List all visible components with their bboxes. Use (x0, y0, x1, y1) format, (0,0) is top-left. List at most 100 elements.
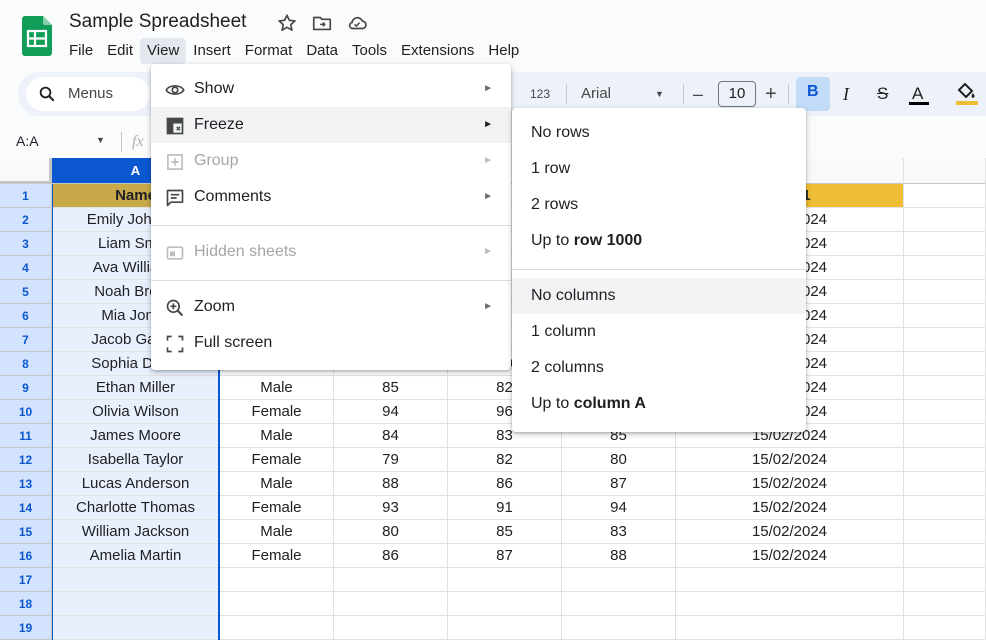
cell[interactable]: 94 (562, 496, 676, 520)
cell[interactable]: Isabella Taylor (52, 448, 220, 472)
cell[interactable]: William Jackson (52, 520, 220, 544)
cell[interactable] (676, 592, 904, 616)
cell[interactable] (904, 592, 986, 616)
cell[interactable]: Charlotte Thomas (52, 496, 220, 520)
cell[interactable] (52, 592, 220, 616)
row-header-17[interactable]: 17 (0, 568, 52, 592)
cell[interactable]: Female (220, 448, 334, 472)
cell[interactable] (220, 592, 334, 616)
cell[interactable] (220, 568, 334, 592)
cell[interactable]: Male (220, 424, 334, 448)
cell[interactable]: 94 (334, 400, 448, 424)
view-menu-freeze[interactable]: Freeze ► (151, 107, 511, 143)
cell[interactable] (904, 376, 986, 400)
freeze-2-rows[interactable]: 2 rows (512, 187, 806, 223)
cell[interactable] (334, 616, 448, 640)
menu-edit[interactable]: Edit (100, 38, 140, 64)
cell[interactable] (334, 568, 448, 592)
cell[interactable] (904, 328, 986, 352)
move-folder-icon[interactable] (311, 12, 333, 34)
row-header-7[interactable]: 7 (0, 328, 52, 352)
increase-font-size-button[interactable]: + (765, 81, 777, 107)
name-box[interactable]: A:A ▼ (0, 126, 118, 156)
cell[interactable]: James Moore (52, 424, 220, 448)
cell[interactable]: 85 (334, 376, 448, 400)
freeze-2-columns[interactable]: 2 columns (512, 350, 806, 386)
cell[interactable] (904, 424, 986, 448)
cell[interactable] (448, 568, 562, 592)
cell[interactable]: 80 (334, 520, 448, 544)
row-header-18[interactable]: 18 (0, 592, 52, 616)
bold-button[interactable]: B (796, 77, 830, 111)
cell[interactable] (676, 568, 904, 592)
cell[interactable] (904, 304, 986, 328)
cell[interactable] (562, 592, 676, 616)
row-header-8[interactable]: 8 (0, 352, 52, 376)
cell[interactable] (904, 448, 986, 472)
cell[interactable]: Female (220, 400, 334, 424)
star-icon[interactable] (276, 12, 298, 34)
text-color-button[interactable]: A (909, 81, 929, 107)
menu-data[interactable]: Data (299, 38, 345, 64)
row-header-16[interactable]: 16 (0, 544, 52, 568)
menu-help[interactable]: Help (481, 38, 526, 64)
menu-file[interactable]: File (62, 38, 100, 64)
cell[interactable] (448, 592, 562, 616)
view-menu-full-screen[interactable]: Full screen (151, 325, 511, 361)
cell[interactable] (676, 616, 904, 640)
cell[interactable]: Male (220, 376, 334, 400)
cell[interactable]: 91 (448, 496, 562, 520)
cell[interactable] (904, 352, 986, 376)
row-header-4[interactable]: 4 (0, 256, 52, 280)
cell[interactable]: 84 (334, 424, 448, 448)
cell[interactable] (220, 616, 334, 640)
cell[interactable]: 87 (448, 544, 562, 568)
cell[interactable]: Male (220, 472, 334, 496)
menu-view[interactable]: View (140, 38, 187, 64)
row-header-3[interactable]: 3 (0, 232, 52, 256)
cell[interactable] (904, 400, 986, 424)
freeze-no-columns[interactable]: No columns (512, 278, 806, 314)
cell[interactable]: 86 (334, 544, 448, 568)
cell[interactable]: 15/02/2024 (676, 448, 904, 472)
cell[interactable] (904, 280, 986, 304)
row-header-11[interactable]: 11 (0, 424, 52, 448)
select-all-corner[interactable] (0, 158, 52, 184)
row-header-12[interactable]: 12 (0, 448, 52, 472)
cell[interactable] (904, 496, 986, 520)
cell[interactable]: 93 (334, 496, 448, 520)
row-header-14[interactable]: 14 (0, 496, 52, 520)
menu-format[interactable]: Format (238, 38, 300, 64)
cell[interactable] (904, 184, 986, 208)
cell[interactable]: Amelia Martin (52, 544, 220, 568)
cell[interactable]: Female (220, 496, 334, 520)
decrease-font-size-button[interactable]: – (693, 81, 703, 107)
italic-button[interactable]: I (843, 81, 849, 107)
cell[interactable] (904, 616, 986, 640)
row-header-2[interactable]: 2 (0, 208, 52, 232)
font-size-input[interactable]: 10 (718, 81, 756, 107)
freeze-up-to-column[interactable]: Up to column A (512, 386, 806, 422)
cell[interactable] (562, 616, 676, 640)
number-format-button[interactable]: 123 (530, 81, 550, 107)
freeze-1-column[interactable]: 1 column (512, 314, 806, 350)
view-menu-comments[interactable]: Comments ► (151, 179, 511, 215)
view-menu-zoom[interactable]: Zoom ► (151, 289, 511, 325)
freeze-no-rows[interactable]: No rows (512, 115, 806, 151)
cell[interactable]: Olivia Wilson (52, 400, 220, 424)
cell[interactable]: 15/02/2024 (676, 520, 904, 544)
cell[interactable]: 80 (562, 448, 676, 472)
document-title[interactable]: Sample Spreadsheet (69, 11, 246, 33)
cell[interactable]: 15/02/2024 (676, 544, 904, 568)
cell[interactable]: 86 (448, 472, 562, 496)
cell[interactable] (904, 544, 986, 568)
freeze-up-to-row[interactable]: Up to row 1000 (512, 223, 806, 259)
cell[interactable]: Lucas Anderson (52, 472, 220, 496)
cell[interactable] (904, 208, 986, 232)
cell[interactable] (52, 568, 220, 592)
view-menu-group[interactable]: Group ► (151, 143, 511, 179)
cell[interactable] (904, 472, 986, 496)
view-menu-show[interactable]: Show ► (151, 71, 511, 107)
cell[interactable] (904, 232, 986, 256)
freeze-1-row[interactable]: 1 row (512, 151, 806, 187)
